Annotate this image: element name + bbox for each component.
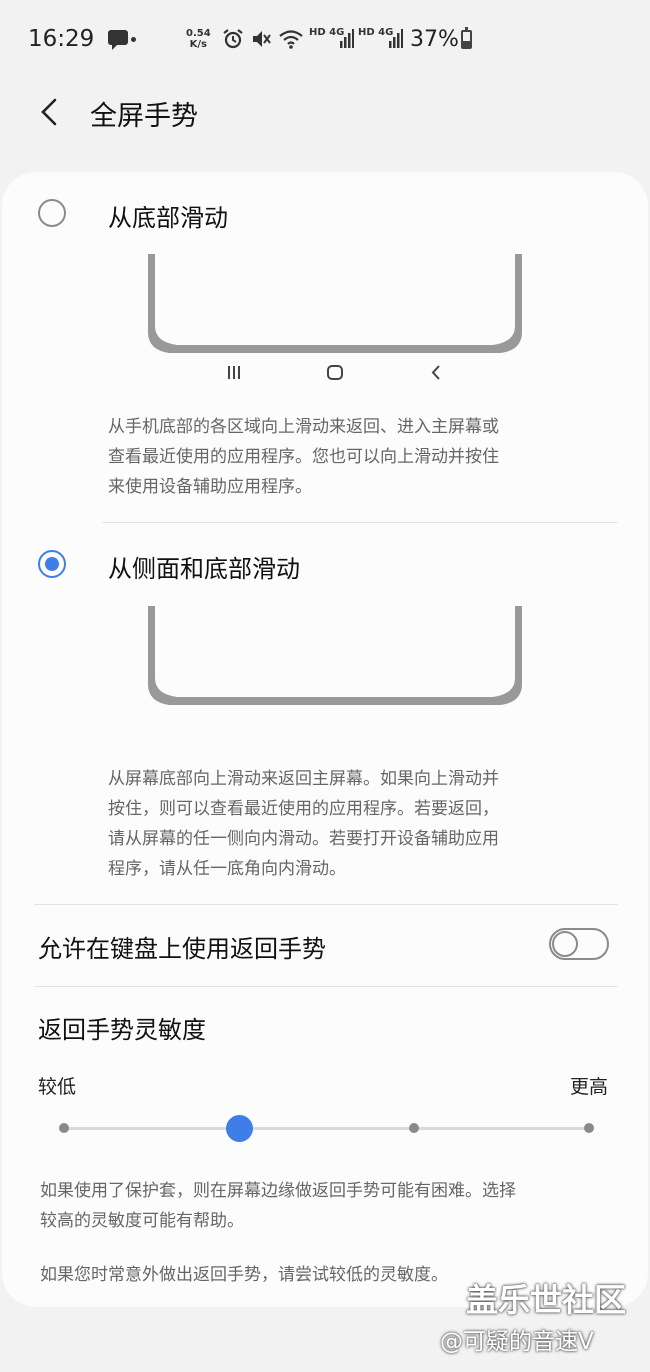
keyboard-back-gesture-toggle[interactable] — [549, 928, 609, 960]
sensitivity-slider-thumb[interactable] — [225, 1115, 253, 1142]
option-label-swipe-from-bottom[interactable]: 从底部滑动 — [108, 198, 228, 233]
bottom-swipe-illustration — [148, 254, 522, 380]
message-icon — [108, 30, 128, 50]
divider — [34, 986, 618, 987]
settings-card: 从底部滑动 从手机底部的各区域向上滑动来返回、进入主屏幕或 查看最近使用的应用程… — [2, 172, 648, 1307]
sensitivity-slider-tick[interactable] — [409, 1123, 419, 1133]
battery-icon — [461, 27, 472, 49]
back-arrow-icon[interactable] — [30, 92, 70, 132]
status-bar: 16:29 0.54 K/s HD 4G HD 4G 37% — [0, 0, 650, 80]
option-label-swipe-from-sides-and-bottom[interactable]: 从侧面和底部滑动 — [108, 549, 300, 584]
mute-icon — [253, 31, 271, 47]
back-icon — [431, 365, 440, 380]
signal-icon — [340, 29, 354, 48]
wifi-icon — [279, 30, 303, 49]
sensitivity-slider-track[interactable] — [64, 1127, 589, 1130]
sensitivity-note-case: 如果使用了保护套，则在屏幕边缘做返回手势可能有困难。选择 较高的灵敏度可能有帮助… — [40, 1181, 516, 1231]
sensitivity-min-label: 较低 — [38, 1076, 77, 1098]
watermark-community: 盖乐世社区 — [466, 1281, 627, 1319]
divider — [34, 904, 618, 905]
network-speed: 0.54 K/s — [186, 28, 211, 50]
radio-swipe-from-bottom[interactable] — [38, 199, 66, 227]
sensitivity-max-label: 更高 — [570, 1076, 609, 1098]
recents-icon — [228, 366, 240, 379]
alarm-icon — [223, 29, 243, 49]
sensitivity-slider-tick[interactable] — [59, 1123, 69, 1133]
signal-icon — [389, 29, 403, 48]
watermark-author: @可疑的音速V — [440, 1329, 594, 1355]
option-description-swipe-from-sides-and-bottom: 从屏幕底部向上滑动来返回主屏幕。如果向上滑动并 按住，则可以查看最近使用的应用程… — [108, 769, 499, 879]
option-description-swipe-from-bottom: 从手机底部的各区域向上滑动来返回、进入主屏幕或 查看最近使用的应用程序。您也可以… — [108, 417, 499, 497]
app-header: 全屏手势 — [0, 80, 650, 150]
sensitivity-slider-tick[interactable] — [584, 1123, 594, 1133]
toggle-knob — [552, 931, 578, 957]
battery-percent: 37% — [410, 27, 459, 52]
page-title: 全屏手势 — [90, 101, 198, 132]
divider — [102, 522, 618, 523]
status-time: 16:29 — [28, 26, 95, 52]
keyboard-back-gesture-label[interactable]: 允许在键盘上使用返回手势 — [38, 929, 326, 964]
home-icon — [327, 365, 343, 380]
side-bottom-swipe-illustration — [148, 606, 522, 705]
sensitivity-title: 返回手势灵敏度 — [38, 1016, 206, 1044]
notification-dot-icon — [131, 37, 136, 42]
radio-swipe-from-sides-and-bottom[interactable] — [38, 550, 66, 578]
